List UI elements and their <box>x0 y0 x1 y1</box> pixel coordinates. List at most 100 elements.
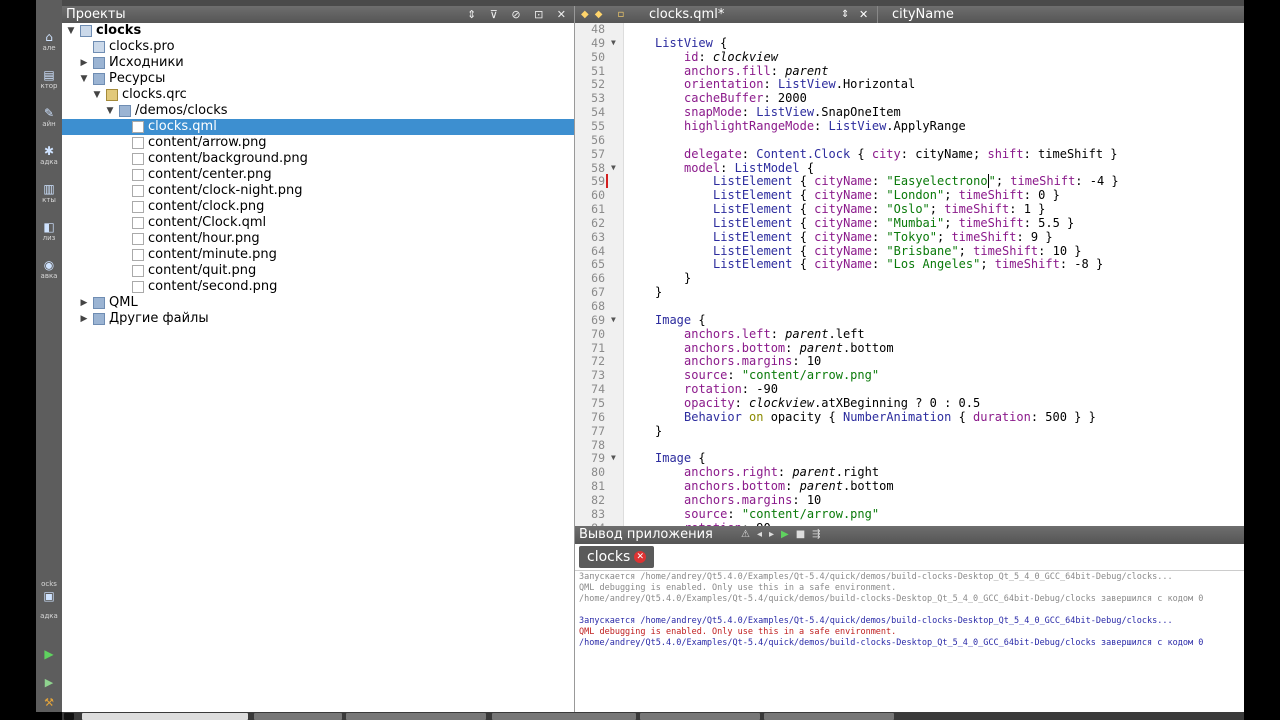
mode-projects[interactable]: ▥ кты <box>36 182 62 205</box>
locator-input[interactable] <box>82 713 248 720</box>
chevron-down-icon[interactable]: ▼ <box>105 103 115 119</box>
chevron-down-icon[interactable]: ▼ <box>92 87 102 103</box>
status-tab-1[interactable] <box>254 713 342 720</box>
code-line[interactable]: 65 ListElement { cityName: "Los Angeles";… <box>575 257 1244 271</box>
build-icon[interactable]: ⚒ <box>36 697 62 708</box>
code-line[interactable]: 66} <box>575 271 1244 285</box>
chevron-right-icon[interactable]: ▶ <box>79 55 89 71</box>
code-line[interactable]: 55 highlightRangeMode: ListView.ApplyRang… <box>575 119 1244 133</box>
run-icon[interactable]: ▶ <box>36 648 62 660</box>
tree-item[interactable]: ▶ Исходники <box>62 55 575 71</box>
code-line[interactable]: 56 <box>575 133 1244 147</box>
code-line[interactable]: 53 cacheBuffer: 2000 <box>575 91 1244 105</box>
tree-item[interactable]: content/quit.png <box>62 263 575 279</box>
tree-item[interactable]: content/second.png <box>62 279 575 295</box>
output-tab-clocks[interactable]: clocks ✕ <box>579 546 655 568</box>
code-line[interactable]: 60 ListElement { cityName: "London"; time… <box>575 188 1244 202</box>
tree-item[interactable]: ▼ Ресурсы <box>62 71 575 87</box>
close-icon[interactable]: ✕ <box>634 551 647 563</box>
code-line[interactable]: 67} <box>575 285 1244 299</box>
kit-selector[interactable]: ocks ▣ <box>36 580 62 603</box>
code-line[interactable]: 58 ▼ model: ListModel { <box>575 161 1244 175</box>
status-tab-5[interactable] <box>764 713 894 720</box>
mode-help[interactable]: ◉ авка <box>36 258 62 281</box>
code-line[interactable]: 51 anchors.fill: parent <box>575 64 1244 78</box>
code-line[interactable]: 70 anchors.left: parent.left <box>575 327 1244 341</box>
tree-item[interactable]: ▼ clocks.qrc <box>62 87 575 103</box>
status-tab-3[interactable] <box>492 713 636 720</box>
design-icon: ✎ <box>43 106 55 120</box>
tree-item[interactable]: content/clock.png <box>62 199 575 215</box>
chevron-right-icon[interactable]: ▶ <box>79 311 89 327</box>
code-line[interactable]: 57 delegate: Content.Clock { city: cityNa… <box>575 147 1244 161</box>
projects-toolbar[interactable]: ⇕ ⊽ ⊘ ⊡ ✕ <box>467 6 571 23</box>
tree-item[interactable]: content/arrow.png <box>62 135 575 151</box>
close-icon[interactable]: ✕ <box>859 6 868 23</box>
symbol-selector[interactable]: cityName <box>877 6 1244 23</box>
fold-icon[interactable]: ▼ <box>611 451 616 465</box>
code-editor[interactable]: 48 49 ▼ ListView {50 id: clockview 51 anchors.… <box>575 23 1244 526</box>
tree-item[interactable]: clocks.pro <box>62 39 575 55</box>
projects-tree: ▼ clocks clocks.pro ▶ Исходники ▼ Ресурсы ▼ cloc… <box>62 23 575 712</box>
code-line[interactable]: 80 anchors.right: parent.right <box>575 465 1244 479</box>
code-line[interactable]: 74 rotation: -90 <box>575 382 1244 396</box>
code-line[interactable]: 78 <box>575 438 1244 452</box>
code-line[interactable]: 73 source: "content/arrow.png" <box>575 368 1244 382</box>
build-config[interactable]: адка <box>36 612 62 635</box>
tree-item[interactable]: content/background.png <box>62 151 575 167</box>
code-line[interactable]: 61 ListElement { cityName: "Oslo"; timeSh… <box>575 202 1244 216</box>
chevron-right-icon[interactable]: ▶ <box>79 295 89 311</box>
mode-welcome[interactable]: ⌂ але <box>36 30 62 53</box>
tree-item[interactable]: ▼ /demos/clocks <box>62 103 575 119</box>
fold-icon[interactable]: ▼ <box>611 36 616 50</box>
document-selector[interactable]: clocks.qml* <box>649 6 724 23</box>
code-line[interactable]: 79 ▼ Image { <box>575 451 1244 465</box>
chevron-down-icon[interactable]: ▼ <box>79 71 89 87</box>
fold-icon[interactable]: ▼ <box>611 161 616 175</box>
code-line[interactable]: 71 anchors.bottom: parent.bottom <box>575 341 1244 355</box>
code-line[interactable]: 82 anchors.margins: 10 <box>575 493 1244 507</box>
projects-icon: ▥ <box>43 182 55 196</box>
status-toggle[interactable] <box>64 713 74 720</box>
code-line[interactable]: 50 id: clockview <box>575 50 1244 64</box>
code-line[interactable]: 75 opacity: clockview.atXBeginning ? 0 : … <box>575 396 1244 410</box>
tree-item[interactable]: clocks.qml <box>62 119 575 135</box>
output-toolbar[interactable]: ⚠◂▸▶■⇶ <box>741 526 828 544</box>
mode-debug[interactable]: ✱ адка <box>36 144 62 167</box>
status-tab-4[interactable] <box>640 713 760 720</box>
chevron-down-icon[interactable]: ▼ <box>66 23 76 39</box>
code-line[interactable]: 68 <box>575 299 1244 313</box>
code-line[interactable]: 77} <box>575 424 1244 438</box>
tree-item[interactable]: ▶ QML <box>62 295 575 311</box>
code-line[interactable]: 83 source: "content/arrow.png" <box>575 507 1244 521</box>
code-line[interactable]: 72 anchors.margins: 10 <box>575 354 1244 368</box>
code-line[interactable]: 54 snapMode: ListView.SnapOneItem <box>575 105 1244 119</box>
code-line[interactable]: 64 ListElement { cityName: "Brisbane"; ti… <box>575 244 1244 258</box>
mode-design[interactable]: ✎ айн <box>36 106 62 129</box>
fold-icon[interactable]: ▼ <box>611 313 616 327</box>
code-line[interactable]: 49 ▼ ListView { <box>575 36 1244 50</box>
code-line[interactable]: 63 ListElement { cityName: "Tokyo"; timeS… <box>575 230 1244 244</box>
code-line[interactable]: 76 Behavior on opacity { NumberAnimation … <box>575 410 1244 424</box>
tree-item[interactable]: content/Clock.qml <box>62 215 575 231</box>
run-debug-icon[interactable]: ▶ <box>36 677 62 688</box>
tree-item[interactable]: content/minute.png <box>62 247 575 263</box>
mode-analyze[interactable]: ◧ лиз <box>36 220 62 243</box>
tree-item[interactable]: content/center.png <box>62 167 575 183</box>
code-line[interactable]: 52 orientation: ListView.Horizontal <box>575 77 1244 91</box>
line-number: 77 <box>591 423 605 438</box>
code-line[interactable]: 59 ListElement { cityName: "Easyelectrono… <box>575 174 1244 189</box>
status-tab-2[interactable] <box>346 713 486 720</box>
code-line[interactable]: 69 ▼ Image { <box>575 313 1244 327</box>
nav-back-forward-icon[interactable]: ◆◆ ▫ <box>581 6 630 23</box>
tree-item[interactable]: content/clock-night.png <box>62 183 575 199</box>
code-line[interactable]: 81 anchors.bottom: parent.bottom <box>575 479 1244 493</box>
code-line[interactable]: 62 ListElement { cityName: "Mumbai"; time… <box>575 216 1244 230</box>
code-line[interactable]: 48 <box>575 23 1244 36</box>
code-text: ListElement { cityName: "Easyelectrono";… <box>713 174 1119 189</box>
tree-item[interactable]: content/hour.png <box>62 231 575 247</box>
tree-item[interactable]: ▶ Другие файлы <box>62 311 575 327</box>
mode-edit[interactable]: ▤ ктор <box>36 68 62 91</box>
chevron-updown-icon[interactable]: ⇕ <box>841 6 849 23</box>
tree-item[interactable]: ▼ clocks <box>62 23 575 39</box>
